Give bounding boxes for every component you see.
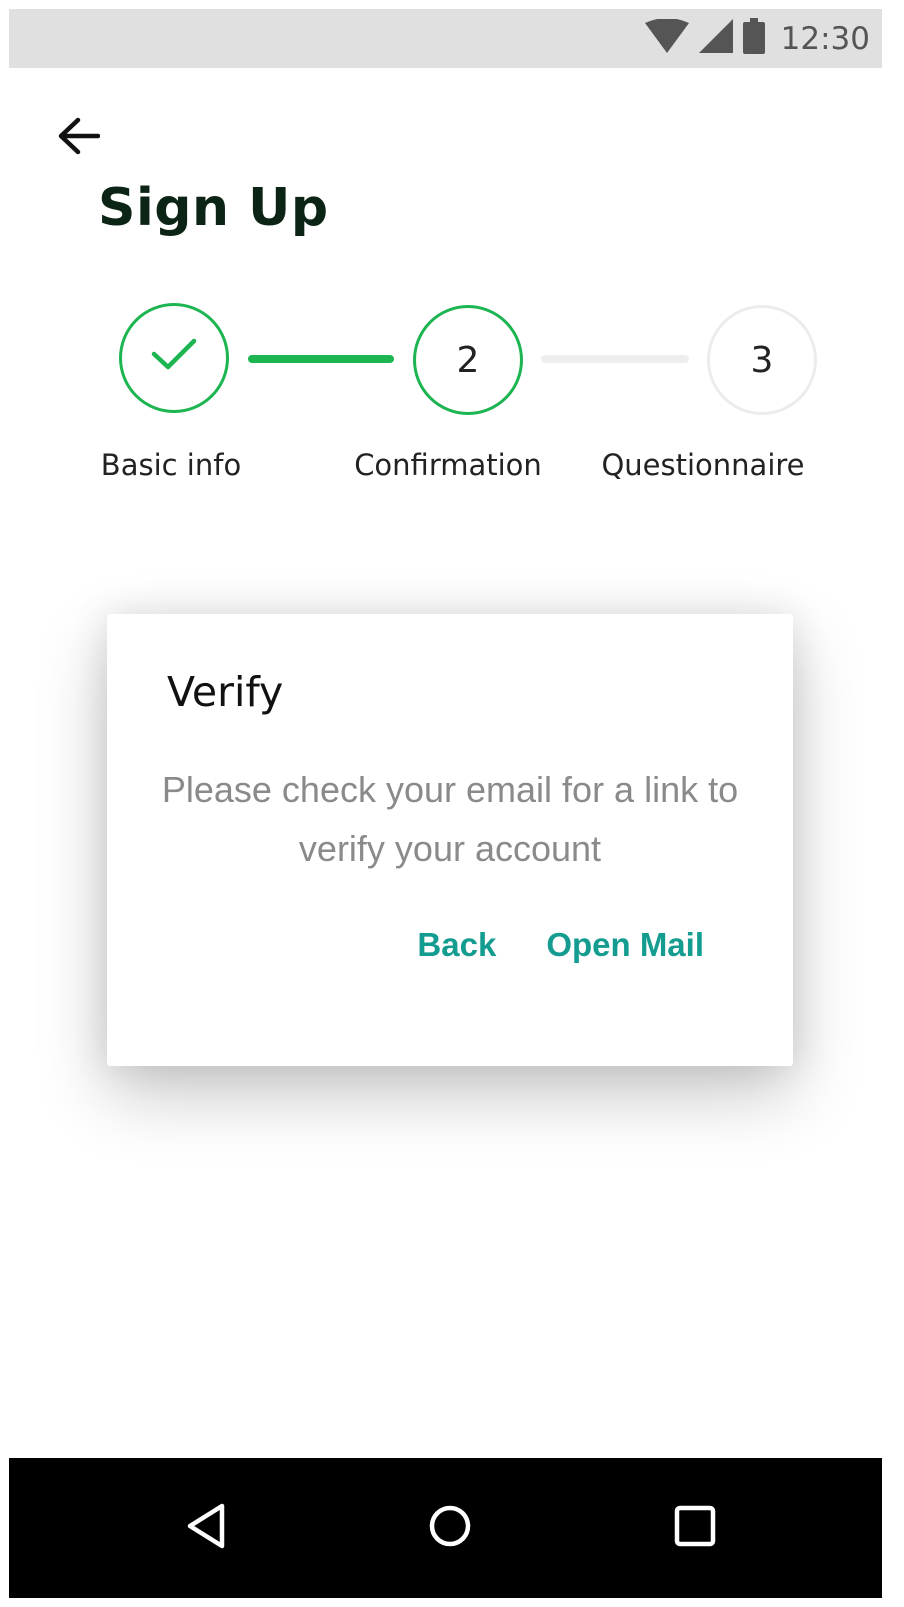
verify-dialog: Verify Please check your email for a lin… bbox=[107, 614, 793, 1066]
step-2-indicator: 2 bbox=[413, 305, 523, 415]
nav-back-icon bbox=[184, 1502, 228, 1555]
check-icon bbox=[150, 336, 198, 381]
step-connector-2 bbox=[541, 355, 689, 363]
step-1-indicator bbox=[119, 303, 229, 413]
open-mail-button[interactable]: Open Mail bbox=[546, 926, 704, 964]
step-3-indicator: 3 bbox=[707, 305, 817, 415]
step-connector-1 bbox=[248, 355, 394, 363]
nav-recents-button[interactable] bbox=[635, 1458, 755, 1598]
step-1-label: Basic info bbox=[100, 448, 242, 482]
nav-recents-icon bbox=[673, 1504, 717, 1553]
back-button[interactable]: Back bbox=[417, 926, 496, 964]
dialog-title: Verify bbox=[167, 668, 284, 716]
nav-back-button[interactable] bbox=[146, 1458, 266, 1598]
step-3-label: Questionnaire bbox=[601, 448, 805, 482]
signup-stepper: 2 3 Basic info Confirmation Questionnair… bbox=[0, 0, 904, 520]
dialog-message: Please check your email for a link to ve… bbox=[161, 769, 739, 869]
nav-home-icon bbox=[428, 1504, 472, 1553]
dialog-actions: Back Open Mail bbox=[417, 926, 704, 964]
step-2-label: Confirmation bbox=[354, 448, 542, 482]
system-nav-bar bbox=[9, 1458, 882, 1598]
nav-home-button[interactable] bbox=[390, 1458, 510, 1598]
